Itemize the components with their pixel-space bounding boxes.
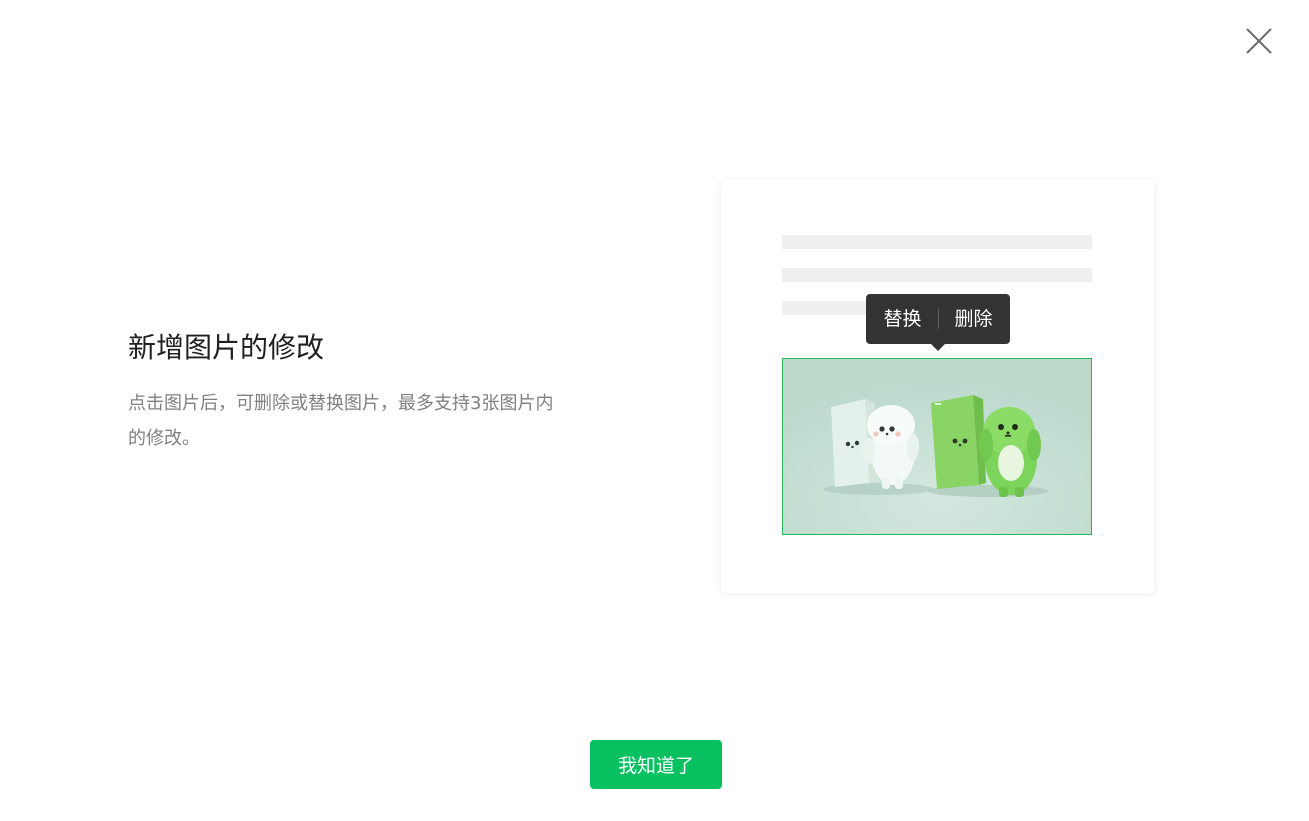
- preview-card: 替换 删除: [721, 180, 1154, 593]
- close-icon: [1246, 28, 1272, 54]
- placeholder-text-line: [782, 268, 1092, 282]
- selected-image[interactable]: [782, 358, 1092, 535]
- guide-dialog: 新增图片的修改 点击图片后，可删除或替换图片，最多支持3张图片内的修改。 替换 …: [0, 0, 1309, 821]
- delete-image-action[interactable]: 删除: [939, 294, 1009, 344]
- mascot-illustration: [783, 359, 1091, 534]
- placeholder-text-line: [782, 301, 878, 315]
- placeholder-text-line: [782, 235, 1092, 249]
- image-action-tooltip: 替换 删除: [866, 294, 1010, 351]
- got-it-button[interactable]: 我知道了: [590, 740, 722, 789]
- replace-image-action[interactable]: 替换: [867, 294, 937, 344]
- guide-title: 新增图片的修改: [128, 331, 325, 364]
- close-button[interactable]: [1240, 22, 1278, 60]
- guide-info: 新增图片的修改 点击图片后，可删除或替换图片，最多支持3张图片内的修改。: [128, 328, 578, 456]
- guide-description: 点击图片后，可删除或替换图片，最多支持3张图片内的修改。: [128, 393, 554, 449]
